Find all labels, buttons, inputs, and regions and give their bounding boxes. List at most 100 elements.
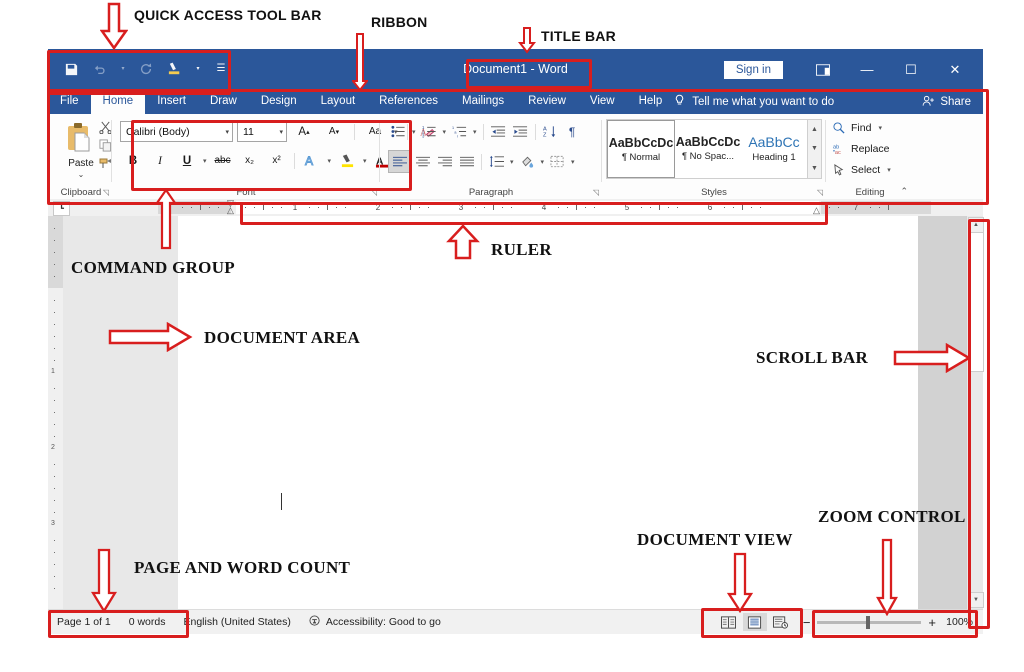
tell-me-search[interactable]: Tell me what you want to do <box>674 90 848 114</box>
zoom-level-label[interactable]: 100% <box>943 616 973 628</box>
chevron-down-icon[interactable]: ▾ <box>876 124 884 132</box>
style-item-heading-1[interactable]: AaBbCс Heading 1 <box>741 120 807 176</box>
line-spacing-icon[interactable] <box>486 151 507 172</box>
tab-stop-selector[interactable]: ┗ <box>53 201 70 216</box>
tab-mailings[interactable]: Mailings <box>450 90 516 114</box>
subscript-button[interactable]: x₂ <box>237 150 263 171</box>
chevron-down-icon[interactable]: ▾ <box>539 158 547 166</box>
underline-button[interactable]: U <box>174 150 200 171</box>
hanging-indent-marker[interactable]: △ <box>227 205 234 216</box>
tab-insert[interactable]: Insert <box>145 90 198 114</box>
right-indent-marker[interactable]: △ <box>813 205 820 216</box>
borders-icon[interactable] <box>547 151 568 172</box>
print-layout-icon[interactable] <box>743 613 767 631</box>
show-marks-icon[interactable]: ¶ <box>562 121 583 142</box>
chevron-down-icon[interactable]: ▾ <box>201 157 209 165</box>
horizontal-ruler[interactable]: ┗ 1 1 2 3 4 5 <box>48 199 983 217</box>
zoom-in-button[interactable]: + <box>928 615 936 630</box>
tab-design[interactable]: Design <box>249 90 309 114</box>
grow-font-button[interactable]: A▴ <box>291 121 317 142</box>
tab-review[interactable]: Review <box>516 90 578 114</box>
text-effects-icon[interactable]: A <box>299 150 325 171</box>
tab-layout[interactable]: Layout <box>309 90 368 114</box>
font-row-secondary: B I U ▾ abc x₂ x² <box>120 150 404 171</box>
bullets-icon[interactable] <box>388 121 409 142</box>
styles-dialog-launcher[interactable]: ◹ <box>817 188 823 197</box>
zoom-slider-track[interactable] <box>817 621 921 624</box>
collapse-ribbon-chevron-icon[interactable]: ⌃ <box>900 186 908 197</box>
multilevel-list-icon[interactable]: 1ai <box>449 121 470 142</box>
maximize-button[interactable]: ☐ <box>889 49 933 90</box>
chevron-down-icon[interactable]: ▾ <box>441 128 449 136</box>
zoom-slider-thumb[interactable] <box>866 616 870 629</box>
paragraph-row-primary: ▾ 123 ▾ 1ai ▾ AZ <box>388 121 583 142</box>
styles-gallery-scroll[interactable]: ▲ ▼ ▼ <box>807 119 822 179</box>
shrink-font-button[interactable]: A▾ <box>321 121 347 142</box>
replace-button[interactable]: abac Replace <box>832 142 890 156</box>
chevron-down-icon[interactable]: ▾ <box>410 128 418 136</box>
strikethrough-button[interactable]: abc <box>210 150 236 171</box>
chevron-down-icon[interactable]: ▾ <box>569 158 577 166</box>
ribbon-display-options-icon[interactable] <box>801 49 845 90</box>
language-indicator[interactable]: English (United States) <box>174 616 299 628</box>
paste-icon[interactable] <box>64 122 98 162</box>
ruler-number: 3 <box>459 203 463 212</box>
chevron-down-icon[interactable]: ▾ <box>361 157 369 165</box>
clipboard-dialog-launcher[interactable]: ◹ <box>103 188 109 197</box>
chevron-down-icon[interactable]: ▾ <box>508 158 516 166</box>
chevron-down-icon[interactable]: ▾ <box>885 166 893 174</box>
superscript-button[interactable]: x² <box>264 150 290 171</box>
tab-references[interactable]: References <box>367 90 450 114</box>
zoom-out-button[interactable]: − <box>803 615 811 630</box>
shading-icon[interactable] <box>517 151 538 172</box>
chevron-down-icon[interactable]: ▾ <box>326 157 334 165</box>
scroll-up-icon[interactable]: ▲ <box>968 217 984 233</box>
align-left-icon[interactable] <box>388 150 411 173</box>
styles-more-icon[interactable]: ▼ <box>808 159 821 178</box>
paragraph-dialog-launcher[interactable]: ◹ <box>593 188 599 197</box>
vertical-ruler: 1 2 3 <box>48 216 63 609</box>
zoom-control[interactable]: − + 100% <box>803 615 983 630</box>
read-mode-icon[interactable] <box>717 613 741 631</box>
accessibility-status[interactable]: Accessibility: Good to go <box>300 615 450 630</box>
tab-view[interactable]: View <box>578 90 627 114</box>
justify-icon[interactable] <box>456 151 477 172</box>
font-name-value: Calibri (Body) <box>126 126 221 138</box>
sign-in-button[interactable]: Sign in <box>724 61 783 79</box>
style-item-no-spacing[interactable]: AaBbCcDc ¶ No Spac... <box>675 120 741 176</box>
styles-scroll-up-icon[interactable]: ▲ <box>808 120 821 139</box>
highlight-icon[interactable] <box>334 150 360 171</box>
increase-indent-icon[interactable] <box>510 121 531 142</box>
minimize-button[interactable]: — <box>845 49 889 90</box>
tab-draw[interactable]: Draw <box>198 90 249 114</box>
tab-file[interactable]: File <box>48 90 91 114</box>
divider <box>483 124 484 140</box>
find-button[interactable]: Find ▾ <box>832 121 884 135</box>
web-layout-icon[interactable] <box>769 613 793 631</box>
style-item-normal[interactable]: AaBbCcDc ¶ Normal <box>607 120 675 178</box>
font-size-input[interactable]: 11 ▾ <box>237 121 287 142</box>
tab-strip-spacer <box>848 90 922 114</box>
paste-dropdown-icon[interactable]: ⌄ <box>50 170 112 179</box>
font-dialog-launcher[interactable]: ◹ <box>371 188 377 197</box>
styles-scroll-down-icon[interactable]: ▼ <box>808 139 821 158</box>
align-right-icon[interactable] <box>434 151 455 172</box>
word-count[interactable]: 0 words <box>120 616 175 628</box>
sort-icon[interactable]: AZ <box>540 121 561 142</box>
vertical-scroll-bar[interactable]: ▲ ▼ <box>966 216 983 609</box>
share-button[interactable]: Share <box>922 90 983 114</box>
scroll-down-icon[interactable]: ▼ <box>968 592 984 608</box>
arrow-page-and-word-count <box>91 548 117 614</box>
close-button[interactable]: ✕ <box>933 49 977 90</box>
bold-button[interactable]: B <box>120 150 146 171</box>
numbering-icon[interactable]: 123 <box>419 121 440 142</box>
tab-help[interactable]: Help <box>627 90 675 114</box>
tab-home[interactable]: Home <box>91 90 146 114</box>
font-name-input[interactable]: Calibri (Body) ▾ <box>120 121 233 142</box>
chevron-down-icon[interactable]: ▾ <box>471 128 479 136</box>
decrease-indent-icon[interactable] <box>488 121 509 142</box>
page-count[interactable]: Page 1 of 1 <box>48 616 120 628</box>
italic-button[interactable]: I <box>147 150 173 171</box>
align-center-icon[interactable] <box>412 151 433 172</box>
select-button[interactable]: Select ▾ <box>832 163 893 177</box>
